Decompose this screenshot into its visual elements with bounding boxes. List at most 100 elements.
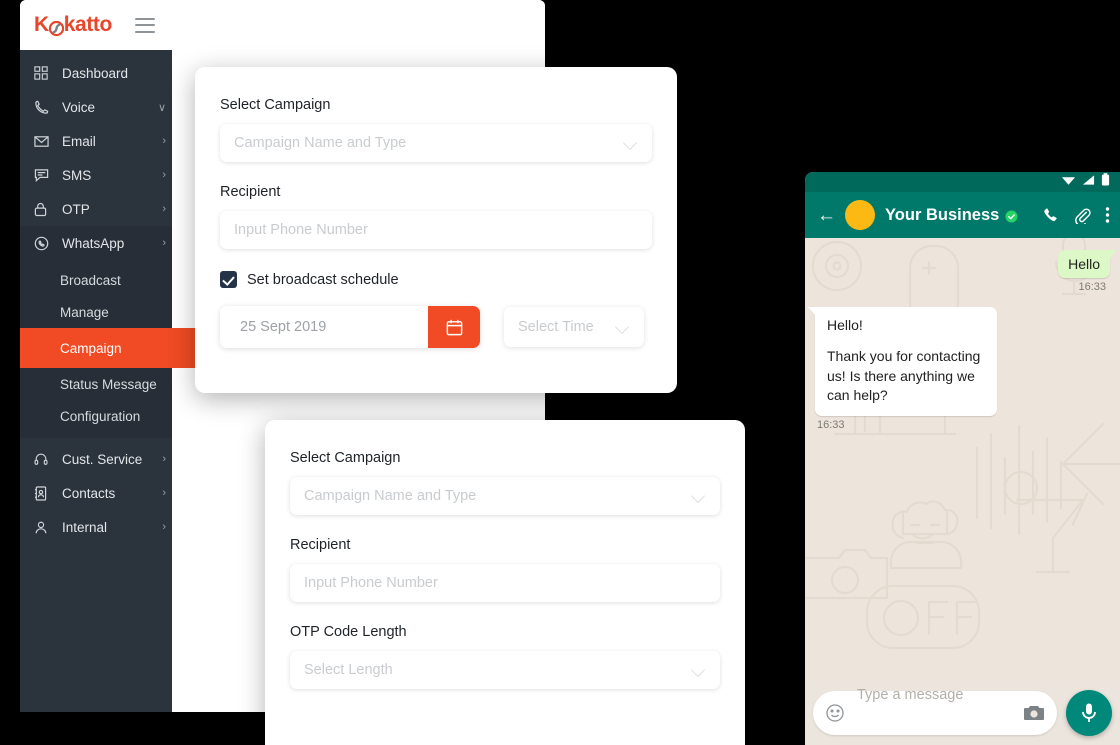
otp-code-length-dropdown[interactable]: Select Length [290, 651, 720, 689]
lock-icon [34, 201, 54, 217]
sidebar-item-dashboard[interactable]: Dashboard [20, 56, 172, 90]
grid-icon [34, 65, 54, 81]
otp-form-panel: Select Campaign Campaign Name and Type R… [265, 420, 745, 745]
kokatto-logo: K katto [34, 13, 112, 37]
chevron-right-icon: › [162, 203, 166, 215]
date-picker[interactable]: 25 Sept 2019 [220, 306, 480, 348]
user-icon [34, 519, 54, 535]
select-campaign-label: Select Campaign [220, 97, 331, 113]
sidebar-label: Cust. Service [62, 451, 143, 467]
select-campaign-placeholder: Campaign Name and Type [234, 135, 407, 151]
recipient-label: Recipient [290, 537, 351, 553]
sidebar-item-configuration[interactable]: Configuration [20, 400, 172, 432]
app-header: K katto [20, 0, 545, 50]
recipient-input[interactable]: Input Phone Number [220, 211, 652, 249]
whatsapp-icon [34, 235, 54, 251]
avatar[interactable] [845, 200, 875, 230]
message-time: 16:33 [1078, 281, 1106, 293]
microphone-button[interactable] [1066, 690, 1112, 736]
smiley-icon[interactable] [825, 703, 845, 723]
select-campaign-dropdown[interactable]: Campaign Name and Type [220, 124, 652, 162]
chevron-right-icon: › [162, 169, 166, 181]
headset-icon [34, 451, 54, 467]
recipient-input[interactable]: Input Phone Number [290, 564, 720, 602]
whatsapp-chat-header: ← Your Business [805, 192, 1120, 238]
chevron-right-icon: › [162, 135, 166, 147]
recipient-placeholder: Input Phone Number [234, 222, 368, 238]
sidebar-label: Voice [62, 99, 96, 115]
sidebar-label: OTP [62, 201, 90, 217]
chevron-down-icon [616, 320, 630, 334]
camera-icon[interactable] [1023, 704, 1045, 722]
message-text-line1: Hello! [827, 317, 863, 333]
chevron-down-icon [692, 489, 706, 503]
time-placeholder: Select Time [518, 319, 594, 335]
chat-input-bar: Type a message [805, 681, 1120, 745]
envelope-icon [34, 133, 54, 149]
contact-book-icon [34, 485, 54, 501]
sidebar-item-campaign[interactable]: Campaign [20, 328, 210, 368]
message-text: Hello [1068, 256, 1100, 272]
chevron-right-icon: › [162, 487, 166, 499]
contact-name: Your Business [885, 205, 1000, 224]
sidebar-item-contacts[interactable]: Contacts › [20, 476, 172, 510]
paperclip-icon[interactable] [1074, 207, 1091, 224]
message-text-line2: Thank you for contacting us! Is there an… [827, 348, 981, 403]
sidebar-label: Internal [62, 519, 108, 535]
chevron-right-icon: › [162, 521, 166, 533]
sidebar-item-manage[interactable]: Manage [20, 296, 172, 328]
sidebar-item-broadcast[interactable]: Broadcast [20, 264, 172, 296]
header-actions [1043, 206, 1110, 224]
whatsapp-chat-body: Hello 16:33 Hello! Thank you for contact… [805, 238, 1120, 681]
otp-code-length-placeholder: Select Length [304, 662, 393, 678]
verified-badge-icon [1005, 209, 1018, 223]
time-select[interactable]: Select Time [504, 307, 644, 347]
sidebar: Dashboard Voice ∨ Email › SMS › OTP › Wh… [20, 50, 210, 712]
sidebar-label: Contacts [62, 485, 116, 501]
chevron-right-icon: › [162, 237, 166, 249]
date-value: 25 Sept 2019 [240, 319, 327, 335]
sidebar-sublabel: Broadcast [60, 272, 121, 288]
sidebar-label: SMS [62, 167, 92, 183]
set-broadcast-schedule-checkbox[interactable] [220, 271, 237, 288]
message-time: 16:33 [817, 419, 845, 432]
sidebar-sublabel: Manage [60, 304, 109, 320]
sidebar-sublabel: Configuration [60, 408, 141, 424]
calendar-icon[interactable] [428, 306, 480, 348]
phone-icon [34, 99, 54, 115]
select-campaign-label: Select Campaign [290, 450, 401, 466]
chevron-down-icon [624, 136, 638, 150]
sidebar-item-whatsapp[interactable]: WhatsApp › [20, 226, 172, 260]
sidebar-item-voice[interactable]: Voice ∨ [20, 90, 172, 124]
chevron-down-icon [692, 663, 706, 677]
wifi-icon [1061, 173, 1076, 191]
battery-icon [1101, 173, 1110, 191]
message-input-placeholder: Type a message [857, 687, 964, 703]
more-vertical-icon[interactable] [1105, 206, 1110, 224]
arrow-left-icon[interactable]: ← [817, 206, 836, 225]
sidebar-item-cust-service[interactable]: Cust. Service › [20, 442, 172, 476]
sidebar-item-email[interactable]: Email › [20, 124, 172, 158]
screen: K katto Dashboard Voice ∨ Email › SMS › … [0, 0, 1120, 745]
recipient-placeholder: Input Phone Number [304, 575, 438, 591]
chat-icon [34, 167, 54, 183]
recipient-label: Recipient [220, 184, 281, 200]
logo-swirl-icon [48, 18, 64, 36]
message-bubble-incoming: Hello! Thank you for contacting us! Is t… [808, 307, 997, 417]
chevron-down-icon: ∨ [157, 101, 166, 114]
hamburger-icon[interactable] [134, 17, 155, 33]
message-input[interactable]: Type a message [813, 687, 1057, 735]
sidebar-item-sms[interactable]: SMS › [20, 158, 172, 192]
phone-status-bar [805, 172, 1120, 192]
select-campaign-dropdown[interactable]: Campaign Name and Type [290, 477, 720, 515]
whatsapp-submenu: Broadcast Manage Campaign Status Message… [20, 260, 210, 438]
messages-list: Hello 16:33 Hello! Thank you for contact… [805, 238, 1120, 431]
sidebar-item-internal[interactable]: Internal › [20, 510, 172, 544]
sidebar-sublabel: Campaign [60, 340, 122, 356]
signal-icon [1082, 173, 1095, 191]
sidebar-item-otp[interactable]: OTP › [20, 192, 172, 226]
sidebar-item-status-message[interactable]: Status Message [20, 368, 172, 400]
message-bubble-outgoing: Hello [1058, 250, 1117, 278]
phone-icon[interactable] [1043, 207, 1060, 224]
sidebar-label: Email [62, 133, 96, 149]
